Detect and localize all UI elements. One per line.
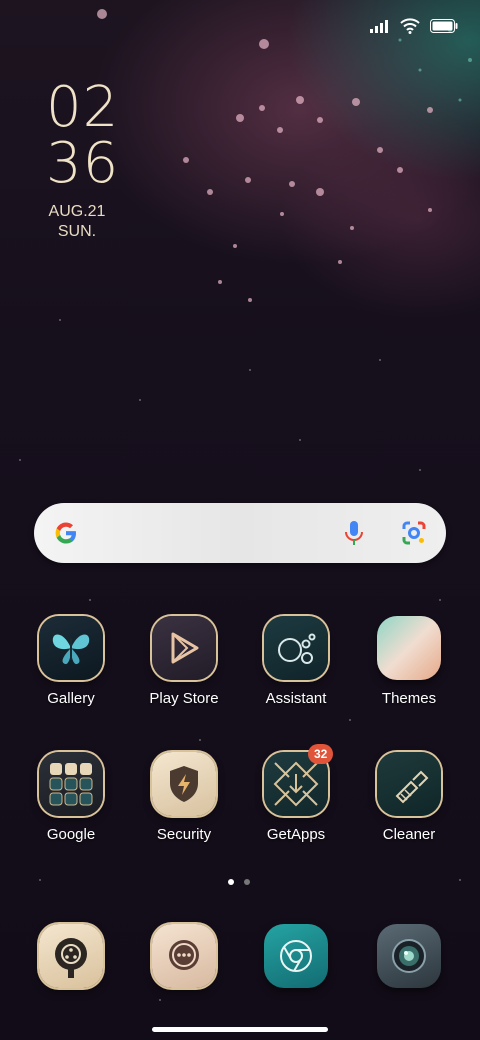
page-indicator[interactable] xyxy=(228,879,250,885)
battery-icon xyxy=(430,19,458,33)
app-themes[interactable]: Themes xyxy=(359,616,459,707)
wifi-icon xyxy=(400,18,420,34)
app-label: Security xyxy=(156,826,212,843)
themes-icon xyxy=(377,616,441,680)
app-gallery[interactable]: Gallery xyxy=(21,616,121,707)
app-label: Cleaner xyxy=(382,826,436,843)
app-label: Assistant xyxy=(265,690,327,707)
app-label: Themes xyxy=(381,690,437,707)
chrome-icon xyxy=(264,924,328,988)
page-dot-1[interactable] xyxy=(228,879,234,885)
lens-icon[interactable] xyxy=(400,519,428,547)
dock-chrome[interactable] xyxy=(246,924,346,988)
signal-icon xyxy=(370,20,388,33)
phone-icon xyxy=(39,924,103,988)
app-google-folder[interactable]: Google xyxy=(21,752,121,843)
clock-day: SUN. xyxy=(57,223,97,240)
dock-messages[interactable] xyxy=(134,924,234,988)
app-label: Google xyxy=(46,826,96,843)
clock-widget[interactable]: 02 36 AUG.21 SUN. xyxy=(46,75,120,242)
play-icon xyxy=(152,616,216,680)
google-search-bar[interactable] xyxy=(34,503,446,563)
mic-icon[interactable] xyxy=(342,519,366,547)
app-play-store[interactable]: Play Store xyxy=(134,616,234,707)
status-bar xyxy=(0,0,480,52)
app-label: Play Store xyxy=(149,690,219,707)
app-label: GetApps xyxy=(266,826,326,843)
shield-icon xyxy=(152,752,216,816)
app-getapps[interactable]: 32 GetApps xyxy=(246,744,346,843)
google-g-logo xyxy=(55,522,76,544)
app-label: Gallery xyxy=(47,690,95,707)
app-cleaner[interactable]: Cleaner xyxy=(359,752,459,843)
butterfly-icon xyxy=(39,616,103,680)
clock-date: AUG.21 xyxy=(48,203,106,220)
messages-icon xyxy=(152,924,216,988)
clock-hour: 02 xyxy=(46,75,120,140)
app-assistant[interactable]: Assistant xyxy=(246,616,346,707)
dock-camera[interactable] xyxy=(359,924,459,988)
app-security[interactable]: Security xyxy=(134,752,234,843)
folder-icon xyxy=(39,752,103,816)
notification-badge: 32 xyxy=(308,744,334,764)
clock-minute: 36 xyxy=(46,131,120,196)
camera-icon xyxy=(377,924,441,988)
dock-phone[interactable] xyxy=(21,924,121,988)
page-dot-2[interactable] xyxy=(244,879,250,885)
brush-icon xyxy=(377,752,441,816)
assistant-icon xyxy=(264,616,328,680)
home-gesture-bar[interactable] xyxy=(152,1027,328,1032)
